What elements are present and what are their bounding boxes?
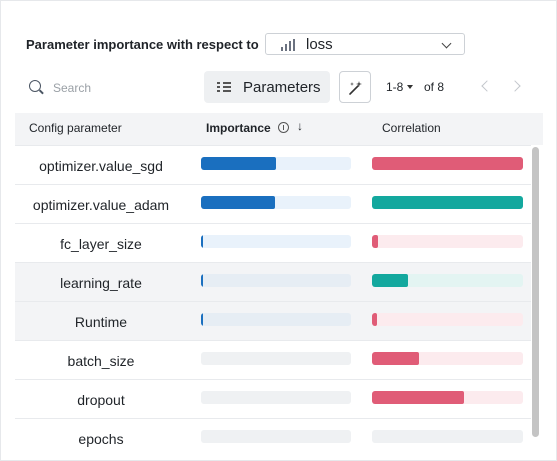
pager-range-select[interactable]: 1-8 [386, 80, 403, 94]
importance-bar [201, 235, 351, 248]
parameter-name: epochs [78, 431, 124, 447]
parameter-name: optimizer.value_sgd [39, 158, 163, 174]
panel-header: Parameter importance with respect to [26, 33, 259, 55]
scrollbar-thumb[interactable] [532, 147, 539, 437]
scrollbar[interactable] [531, 147, 541, 440]
search-box [21, 75, 191, 99]
pager-total: of 8 [424, 80, 445, 94]
correlation-bar-fill [372, 157, 523, 170]
bar-chart-icon [281, 39, 295, 51]
correlation-bar [372, 391, 523, 404]
importance-bar-fill [201, 274, 203, 287]
table-row[interactable]: optimizer.value_sgd [15, 145, 531, 184]
caret-down-icon [407, 85, 413, 89]
importance-bar [201, 391, 351, 404]
correlation-bar-fill [372, 391, 464, 404]
column-config-parameter: Config parameter [29, 121, 122, 135]
table-row[interactable]: batch_size [15, 340, 531, 379]
list-icon [217, 81, 231, 93]
chevron-left-icon[interactable] [481, 80, 493, 92]
importance-bar-fill [201, 313, 203, 326]
importance-bar-fill [201, 196, 275, 209]
parameter-name: dropout [77, 392, 125, 408]
parameter-name: learning_rate [60, 275, 142, 291]
metric-select[interactable]: loss [265, 33, 465, 55]
importance-bar-fill [201, 157, 276, 170]
importance-bar [201, 352, 351, 365]
table-row[interactable]: Runtime [15, 301, 531, 340]
metric-label: loss [306, 36, 333, 53]
parameters-label: Parameters [243, 79, 321, 96]
correlation-bar [372, 313, 523, 326]
parameters-button[interactable]: Parameters [204, 71, 330, 103]
auto-select-button[interactable] [339, 71, 371, 103]
importance-bar-fill [201, 235, 203, 248]
table-row[interactable]: epochs [15, 418, 531, 457]
correlation-bar [372, 196, 523, 209]
correlation-bar [372, 274, 523, 287]
table-header: Config parameter Importance ↓ Correlatio… [15, 113, 543, 145]
table-row[interactable]: fc_layer_size [15, 223, 531, 262]
column-importance[interactable]: Importance [206, 121, 271, 135]
importance-bar [201, 430, 351, 443]
parameter-name: batch_size [67, 353, 135, 369]
correlation-bar-fill [372, 235, 378, 248]
header-title: Parameter importance with respect to [26, 36, 259, 52]
importance-bar [201, 157, 351, 170]
sort-descending-icon[interactable]: ↓ [297, 119, 303, 133]
correlation-bar-fill [372, 352, 419, 365]
chevron-right-icon[interactable] [509, 80, 521, 92]
correlation-bar [372, 430, 523, 443]
column-correlation[interactable]: Correlation [382, 121, 441, 135]
correlation-bar-fill [372, 274, 408, 287]
importance-bar [201, 313, 351, 326]
parameter-name: Runtime [74, 314, 128, 330]
importance-bar [201, 274, 351, 287]
chevron-down-icon [441, 38, 452, 49]
table-row[interactable]: learning_rate [15, 262, 531, 301]
importance-bar [201, 196, 351, 209]
magic-wand-icon [349, 81, 362, 95]
correlation-bar [372, 352, 523, 365]
search-input[interactable] [51, 77, 185, 99]
correlation-bar [372, 157, 523, 170]
correlation-bar [372, 235, 523, 248]
table-row[interactable]: dropout [15, 379, 531, 418]
table-row[interactable]: optimizer.value_adam [15, 184, 531, 223]
info-icon[interactable] [278, 122, 289, 133]
correlation-bar-fill [372, 196, 523, 209]
correlation-bar-fill [372, 313, 377, 326]
parameter-name: optimizer.value_adam [32, 197, 170, 213]
search-icon [29, 80, 41, 92]
parameter-importance-panel: Parameter importance with respect to los… [0, 0, 557, 461]
parameter-name: fc_layer_size [60, 236, 142, 252]
